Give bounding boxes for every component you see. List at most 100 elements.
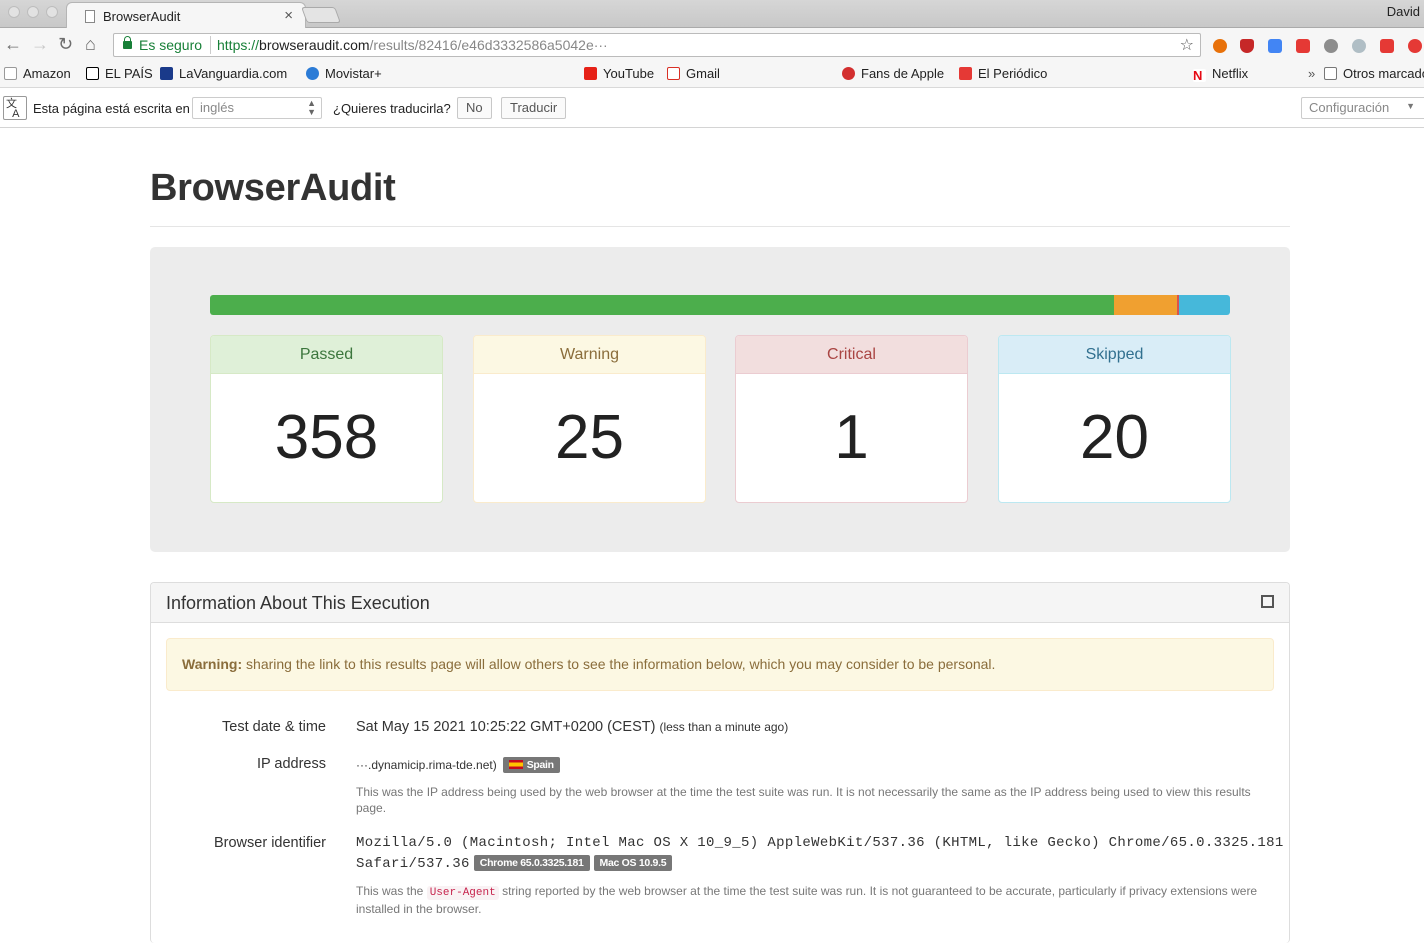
translate-question: ¿Quieres traducirla? (333, 101, 451, 116)
extension-icon[interactable] (1408, 39, 1422, 53)
extension-icon[interactable] (1296, 39, 1310, 53)
translate-icon: 文 A (3, 96, 27, 120)
extension-icon[interactable] (1213, 39, 1227, 53)
no-translate-button[interactable]: No (457, 97, 492, 119)
ip-value-row: ···.dynamicip.rima-tde.net) Spain (356, 757, 560, 773)
ua-line-2-text: Safari/537.36 (356, 856, 470, 872)
lavanguardia-icon (160, 67, 173, 80)
more-bookmarks-chevron-icon[interactable]: » (1308, 66, 1315, 81)
progress-passed-segment (210, 295, 1114, 315)
browser-toolbar: ← → ↻ ⌂ Es seguro https://browseraudit.c… (0, 28, 1424, 62)
bookmark-label: Gmail (686, 66, 720, 81)
country-badge: Spain (502, 757, 560, 773)
new-tab-button[interactable] (301, 7, 341, 23)
bookmark-label: Netflix (1212, 66, 1249, 81)
bookmark-elperiodico[interactable]: El Periódico (959, 66, 1047, 81)
ip-label: IP address (256, 756, 326, 772)
passed-count: 358 (274, 403, 379, 472)
bookmark-gmail[interactable]: Gmail (667, 66, 720, 81)
url-path: /results/82416/e46d3332586a5042e··· (369, 37, 608, 53)
skipped-count: 20 (1080, 403, 1149, 472)
bookmark-label: Otros marcadores (1343, 66, 1424, 81)
bookmark-netflix[interactable]: N Netflix (1193, 66, 1248, 82)
card-heading: Warning (474, 336, 705, 374)
gmail-icon (667, 67, 680, 80)
minimize-window-button[interactable] (27, 6, 39, 18)
lock-icon (123, 36, 132, 49)
panel-header[interactable]: Information About This Execution (151, 583, 1289, 623)
user-agent-code: User-Agent (426, 886, 499, 900)
page-title: BrowserAudit (150, 167, 396, 209)
ip-value: ···.dynamicip.rima-tde.net) (356, 758, 497, 772)
bookmark-label: Amazon (23, 66, 71, 81)
critical-count: 1 (834, 403, 869, 472)
warning-count: 25 (555, 403, 624, 472)
bookmark-fans-de-apple[interactable]: Fans de Apple (842, 66, 944, 81)
language-select[interactable]: inglés ▲ ▼ (192, 97, 322, 119)
bookmark-otros[interactable]: Otros marcadores (1324, 66, 1424, 81)
translate-extension-icon[interactable] (1268, 39, 1282, 53)
bookmark-star-icon[interactable]: ☆ (1180, 35, 1194, 55)
bookmark-label: YouTube (603, 66, 655, 81)
select-arrows-icon: ▲ ▼ (307, 98, 316, 117)
folder-icon (1324, 67, 1337, 80)
extension-icon[interactable] (1380, 39, 1394, 53)
date-text: Sat May 15 2021 10:25:22 GMT+0200 (CEST) (356, 719, 656, 735)
reload-icon[interactable]: ↻ (58, 35, 73, 53)
summary-well: Passed 358 Warning 25 Critical 1 Skipped… (150, 247, 1290, 552)
date-label: Test date & time (222, 719, 326, 735)
address-bar[interactable]: Es seguro https://browseraudit.com/resul… (113, 33, 1201, 57)
back-arrow-icon[interactable]: ← (4, 35, 22, 53)
bookmark-lavanguardia[interactable]: LaVanguardia.com (160, 66, 287, 81)
extension-icon[interactable] (1352, 39, 1366, 53)
ublock-icon[interactable] (1240, 39, 1254, 53)
bookmark-elpais[interactable]: EL PAÍS (86, 66, 153, 81)
execution-info-panel: Information About This Execution Warning… (150, 582, 1290, 943)
amazon-icon (4, 67, 17, 80)
movistar-icon (306, 67, 319, 80)
collapse-toggle-icon[interactable] (1261, 595, 1274, 608)
close-tab-icon[interactable]: × (284, 7, 293, 24)
progress-warning-segment (1113, 295, 1177, 315)
ip-help-text: This was the IP address being used by th… (356, 785, 1251, 815)
warning-card[interactable]: Warning 25 (473, 335, 706, 503)
progress-skipped-segment (1179, 295, 1230, 315)
extension-icon[interactable] (1324, 39, 1338, 53)
close-window-button[interactable] (8, 6, 20, 18)
ua-label: Browser identifier (213, 835, 326, 851)
bookmark-amazon[interactable]: Amazon (4, 66, 71, 81)
bookmark-label: EL PAÍS (105, 66, 153, 81)
privacy-warning-alert: Warning: sharing the link to this result… (166, 638, 1274, 691)
elpais-icon (86, 67, 99, 80)
skipped-card[interactable]: Skipped 20 (998, 335, 1231, 503)
bookmark-label: Movistar+ (325, 66, 382, 81)
elperiodico-icon (959, 67, 972, 80)
browser-version-badge: Chrome 65.0.3325.181 (473, 855, 590, 871)
profile-button[interactable]: David (1387, 4, 1420, 19)
zoom-window-button[interactable] (46, 6, 58, 18)
bookmark-movistar[interactable]: Movistar+ (306, 66, 382, 81)
home-icon[interactable]: ⌂ (85, 35, 96, 53)
config-label: Configuración (1309, 100, 1390, 115)
page-icon (85, 10, 95, 23)
url-host: browseraudit.com (259, 37, 370, 53)
spain-flag-icon (508, 760, 523, 769)
divider (210, 36, 211, 54)
critical-card[interactable]: Critical 1 (735, 335, 968, 503)
bookmark-label: Fans de Apple (861, 66, 945, 81)
url-text[interactable]: https://browseraudit.com/results/82416/e… (217, 37, 608, 53)
date-relative: (less than a minute ago) (659, 720, 789, 734)
secure-label: Es seguro (139, 37, 203, 53)
passed-card[interactable]: Passed 358 (210, 335, 443, 503)
divider (150, 226, 1290, 227)
forward-arrow-icon[interactable]: → (31, 35, 49, 53)
url-scheme: https:// (217, 37, 260, 53)
apple-icon (842, 67, 855, 80)
bookmark-label: LaVanguardia.com (179, 66, 288, 81)
warning-text: sharing the link to this results page wi… (246, 656, 996, 672)
netflix-icon: N (1193, 69, 1206, 82)
translate-config-select[interactable]: Configuración ▼ (1301, 97, 1424, 119)
bookmark-youtube[interactable]: YouTube (584, 66, 654, 81)
browser-tab-active[interactable]: BrowserAudit × (66, 2, 306, 29)
translate-button[interactable]: Traducir (501, 97, 567, 119)
